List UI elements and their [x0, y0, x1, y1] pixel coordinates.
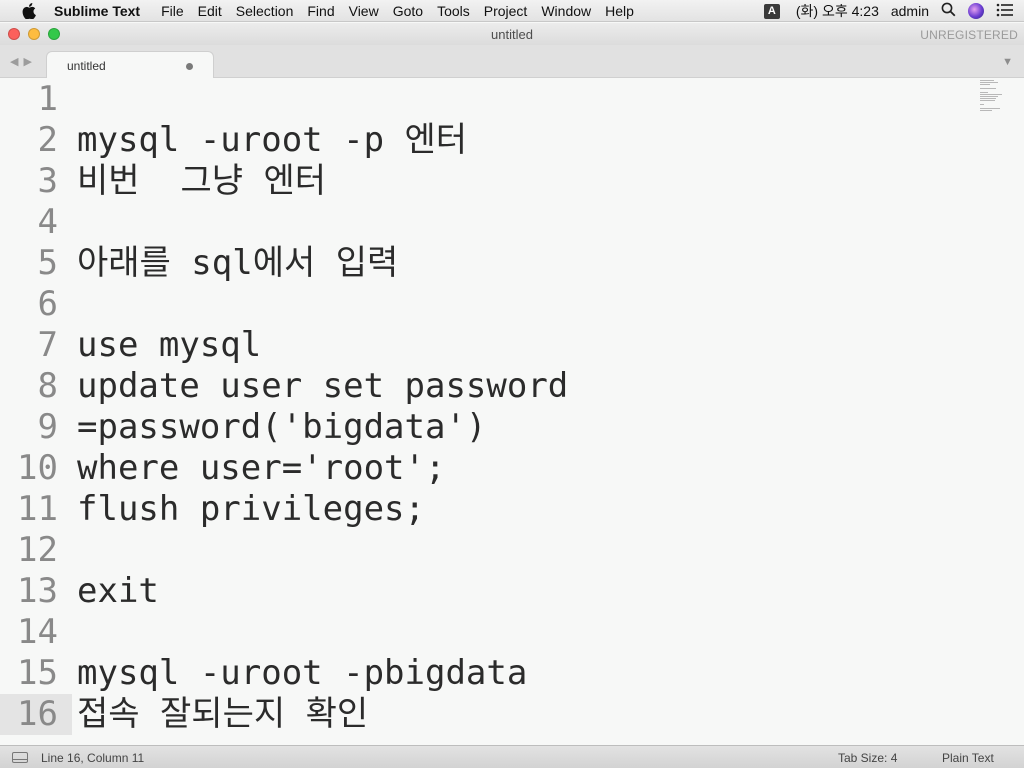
line-text: mysql -uroot -p 엔터 — [77, 120, 468, 160]
editor-line[interactable]: 12 — [0, 530, 960, 571]
line-number: 12 — [17, 530, 58, 570]
tab-size-selector[interactable]: Tab Size: 4 — [838, 751, 897, 765]
menu-selection[interactable]: Selection — [229, 3, 301, 19]
editor-line[interactable]: 13 exit — [0, 571, 960, 612]
menu-bar: Sublime Text File Edit Selection Find Vi… — [0, 0, 1024, 22]
line-text: 비번 그냥 엔터 — [77, 161, 327, 201]
status-bar: Line 16, Column 11 Tab Size: 4 Plain Tex… — [0, 745, 1024, 768]
editor-line[interactable]: 15 mysql -uroot -pbigdata — [0, 653, 960, 694]
line-text: mysql -uroot -pbigdata — [77, 653, 528, 693]
line-number: 15 — [17, 653, 58, 693]
menu-window[interactable]: Window — [534, 3, 598, 19]
editor-line[interactable]: 5 아래를 sql에서 입력 — [0, 243, 960, 284]
previous-tab-icon[interactable]: ◀ — [10, 55, 18, 68]
menu-tools[interactable]: Tools — [430, 3, 477, 19]
line-text: where user='root'; — [77, 448, 446, 488]
menubar-clock[interactable]: (화) 오후 4:23 — [796, 1, 879, 21]
line-text: use mysql — [77, 325, 262, 365]
line-number: 7 — [37, 325, 58, 365]
editor-line[interactable]: 8 update user set password — [0, 366, 960, 407]
syntax-selector[interactable]: Plain Text — [942, 751, 994, 765]
spotlight-search-icon[interactable] — [941, 2, 956, 20]
tab-list-dropdown-icon[interactable]: ▼ — [1002, 56, 1013, 68]
line-text: =password('bigdata') — [77, 407, 487, 447]
editor-line[interactable]: 14 — [0, 612, 960, 653]
line-number: 4 — [37, 202, 58, 242]
editor-area[interactable]: 1 2 mysql -uroot -p 엔터 3 비번 그냥 엔터 4 5 아래… — [0, 78, 1024, 745]
editor-line[interactable]: 4 — [0, 202, 960, 243]
editor-line[interactable]: 6 — [0, 284, 960, 325]
line-text: update user set password — [77, 366, 569, 406]
line-number: 9 — [37, 407, 58, 447]
menu-help[interactable]: Help — [598, 3, 641, 19]
unsaved-changes-indicator-icon[interactable] — [186, 63, 193, 70]
line-text: 접속 잘되는지 확인 — [77, 694, 369, 734]
line-number: 8 — [37, 366, 58, 406]
line-text: 아래를 sql에서 입력 — [77, 243, 399, 283]
menu-view[interactable]: View — [342, 3, 386, 19]
toggle-panel-icon[interactable] — [12, 752, 28, 763]
minimap[interactable] — [980, 80, 1004, 111]
line-number: 2 — [37, 120, 58, 160]
line-text: exit — [77, 571, 159, 611]
line-number: 16 — [0, 694, 72, 735]
menubar-status-area: A (화) 오후 4:23 admin — [763, 0, 1014, 22]
editor-line[interactable]: 1 — [0, 79, 960, 120]
menu-goto[interactable]: Goto — [386, 3, 430, 19]
line-number: 5 — [37, 243, 58, 283]
tab-untitled[interactable]: untitled — [46, 51, 214, 79]
line-text: flush privileges; — [77, 489, 425, 529]
next-tab-icon[interactable]: ▶ — [23, 55, 31, 68]
editor-line[interactable]: 9 =password('bigdata') — [0, 407, 960, 448]
menu-project[interactable]: Project — [477, 3, 535, 19]
input-source-icon[interactable]: A — [763, 3, 780, 19]
window-titlebar[interactable]: untitled UNREGISTERED — [0, 23, 1024, 45]
line-number: 10 — [17, 448, 58, 488]
line-number: 6 — [37, 284, 58, 324]
tab-label: untitled — [67, 59, 106, 73]
editor-line[interactable]: 3 비번 그냥 엔터 — [0, 161, 960, 202]
menu-find[interactable]: Find — [300, 3, 341, 19]
menu-edit[interactable]: Edit — [191, 3, 229, 19]
editor-line[interactable]: 11 flush privileges; — [0, 489, 960, 530]
license-status-label: UNREGISTERED — [920, 28, 1018, 42]
menu-file[interactable]: File — [154, 3, 191, 19]
apple-menu-icon[interactable] — [18, 2, 40, 19]
menubar-user[interactable]: admin — [891, 3, 929, 19]
line-number: 3 — [37, 161, 58, 201]
editor-line[interactable]: 10 where user='root'; — [0, 448, 960, 489]
line-number: 14 — [17, 612, 58, 652]
editor-line[interactable]: 7 use mysql — [0, 325, 960, 366]
tab-bar: ◀ ▶ untitled ▼ — [0, 45, 1024, 79]
notification-center-icon[interactable] — [996, 3, 1014, 20]
line-number: 1 — [37, 79, 58, 119]
menu-app-name[interactable]: Sublime Text — [48, 3, 146, 19]
cursor-position: Line 16, Column 11 — [41, 751, 145, 765]
window-title: untitled — [491, 27, 533, 42]
line-number: 11 — [17, 489, 58, 529]
line-number: 13 — [17, 571, 58, 611]
tab-navigation: ◀ ▶ — [10, 55, 32, 68]
editor-current-line[interactable]: 16 접속 잘되는지 확인 — [0, 694, 960, 735]
editor-line[interactable]: 2 mysql -uroot -p 엔터 — [0, 120, 960, 161]
siri-icon[interactable] — [968, 3, 984, 19]
